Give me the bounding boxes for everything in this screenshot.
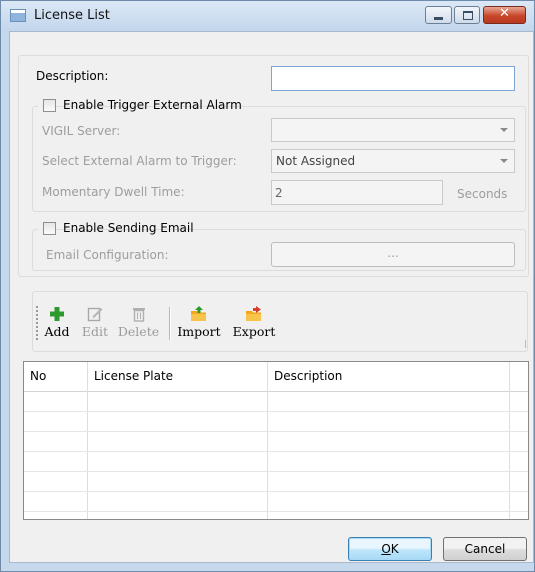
- license-table[interactable]: No License Plate Description: [23, 361, 529, 520]
- window-title: License List: [34, 8, 110, 23]
- cancel-button[interactable]: Cancel: [443, 537, 527, 561]
- chevron-down-icon: [500, 159, 508, 163]
- vigil-server-select[interactable]: [271, 118, 515, 142]
- delete-label: Delete: [117, 324, 160, 339]
- export-label: Export: [232, 324, 276, 339]
- column-header-license-plate[interactable]: License Plate: [88, 362, 268, 391]
- enable-trigger-alarm-checkbox[interactable]: [43, 99, 56, 112]
- edit-button[interactable]: Edit: [80, 305, 110, 343]
- edit-icon: [87, 307, 103, 322]
- email-config-label: Email Configuration:: [46, 248, 169, 262]
- close-icon: ✕: [499, 6, 510, 21]
- column-header-no[interactable]: No: [24, 362, 88, 391]
- ok-mnemonic: O: [381, 542, 391, 556]
- external-alarm-legend: Enable Trigger External Alarm: [38, 97, 242, 113]
- table-row[interactable]: [24, 412, 528, 432]
- maximize-button[interactable]: [454, 6, 480, 24]
- toolbar-separator: [169, 307, 171, 340]
- add-label: Add: [44, 324, 70, 339]
- folder-export-icon: [246, 306, 261, 321]
- table-row[interactable]: [24, 492, 528, 512]
- toolbar-grip[interactable]: [36, 306, 38, 340]
- table-row[interactable]: [24, 432, 528, 452]
- minimize-button[interactable]: [425, 6, 452, 24]
- ok-button[interactable]: OK: [348, 537, 432, 561]
- external-alarm-value: Not Assigned: [276, 154, 356, 168]
- external-alarm-label: Select External Alarm to Trigger:: [42, 154, 237, 168]
- table-row[interactable]: [24, 472, 528, 492]
- toolbar-end-mark: [525, 340, 526, 348]
- dwell-time-label: Momentary Dwell Time:: [42, 185, 185, 199]
- export-button[interactable]: Export: [231, 305, 277, 343]
- title-bar[interactable]: License List ✕: [1, 1, 534, 31]
- ok-label-rest: K: [390, 542, 399, 556]
- delete-button[interactable]: Delete: [116, 305, 161, 343]
- close-button[interactable]: ✕: [483, 6, 526, 24]
- external-alarm-select[interactable]: Not Assigned: [271, 149, 515, 173]
- email-config-button[interactable]: ...: [271, 242, 515, 267]
- table-row[interactable]: [24, 452, 528, 472]
- edit-label: Edit: [81, 324, 109, 339]
- table-row[interactable]: [24, 512, 528, 519]
- enable-trigger-alarm-label: Enable Trigger External Alarm: [63, 98, 242, 112]
- email-legend: Enable Sending Email: [38, 220, 194, 236]
- table-header: No License Plate Description: [24, 362, 528, 392]
- dwell-time-input[interactable]: 2: [271, 180, 443, 205]
- vigil-server-label: VIGIL Server:: [42, 124, 121, 138]
- dwell-time-value: 2: [275, 186, 283, 200]
- chevron-down-icon: [500, 128, 508, 132]
- description-label: Description:: [36, 69, 109, 83]
- add-button[interactable]: Add: [42, 305, 72, 343]
- description-input[interactable]: [271, 66, 515, 91]
- table-row[interactable]: [24, 392, 528, 412]
- window-app-icon: [10, 9, 26, 22]
- import-label: Import: [177, 324, 221, 339]
- add-icon: [50, 307, 64, 321]
- enable-email-label: Enable Sending Email: [63, 221, 194, 235]
- import-button[interactable]: Import: [176, 305, 222, 343]
- folder-import-icon: [191, 306, 206, 321]
- column-header-description[interactable]: Description: [268, 362, 510, 391]
- trash-icon: [132, 308, 145, 322]
- dwell-time-unit: Seconds: [457, 187, 508, 201]
- enable-email-checkbox[interactable]: [43, 222, 56, 235]
